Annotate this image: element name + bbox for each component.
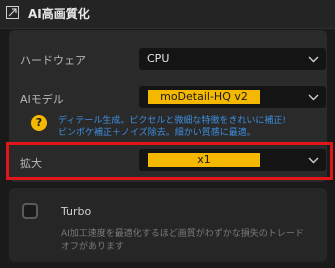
turbo-checkbox[interactable]: [22, 203, 38, 219]
ai-model-select[interactable]: moDetail-HQ v2: [139, 86, 326, 108]
help-icon[interactable]: ?: [31, 115, 47, 131]
turbo-label: Turbo: [61, 205, 92, 218]
hardware-label: ハードウェア: [20, 54, 86, 67]
turbo-description-line1: AI加工速度を最適化するほど画質がわずかな損失のトレード: [61, 229, 304, 239]
ai-model-description-line2: ピンボケ補正＋ノイズ除去。細かい質感に最適。: [58, 128, 256, 138]
hardware-select-value: CPU: [147, 52, 170, 65]
chevron-down-icon: [308, 94, 319, 101]
ai-model-label: AIモデル: [20, 93, 64, 106]
panel-header: AI高画質化: [0, 0, 335, 29]
turbo-panel: [9, 188, 327, 262]
chevron-down-icon: [308, 56, 319, 63]
page-title: AI高画質化: [28, 7, 90, 21]
hardware-select[interactable]: CPU: [139, 48, 326, 70]
turbo-description-line2: オフがあります: [61, 242, 125, 252]
scale-highlight-box: [6, 142, 333, 180]
ai-model-select-value: moDetail-HQ v2: [148, 90, 260, 104]
expand-icon: [6, 6, 19, 19]
